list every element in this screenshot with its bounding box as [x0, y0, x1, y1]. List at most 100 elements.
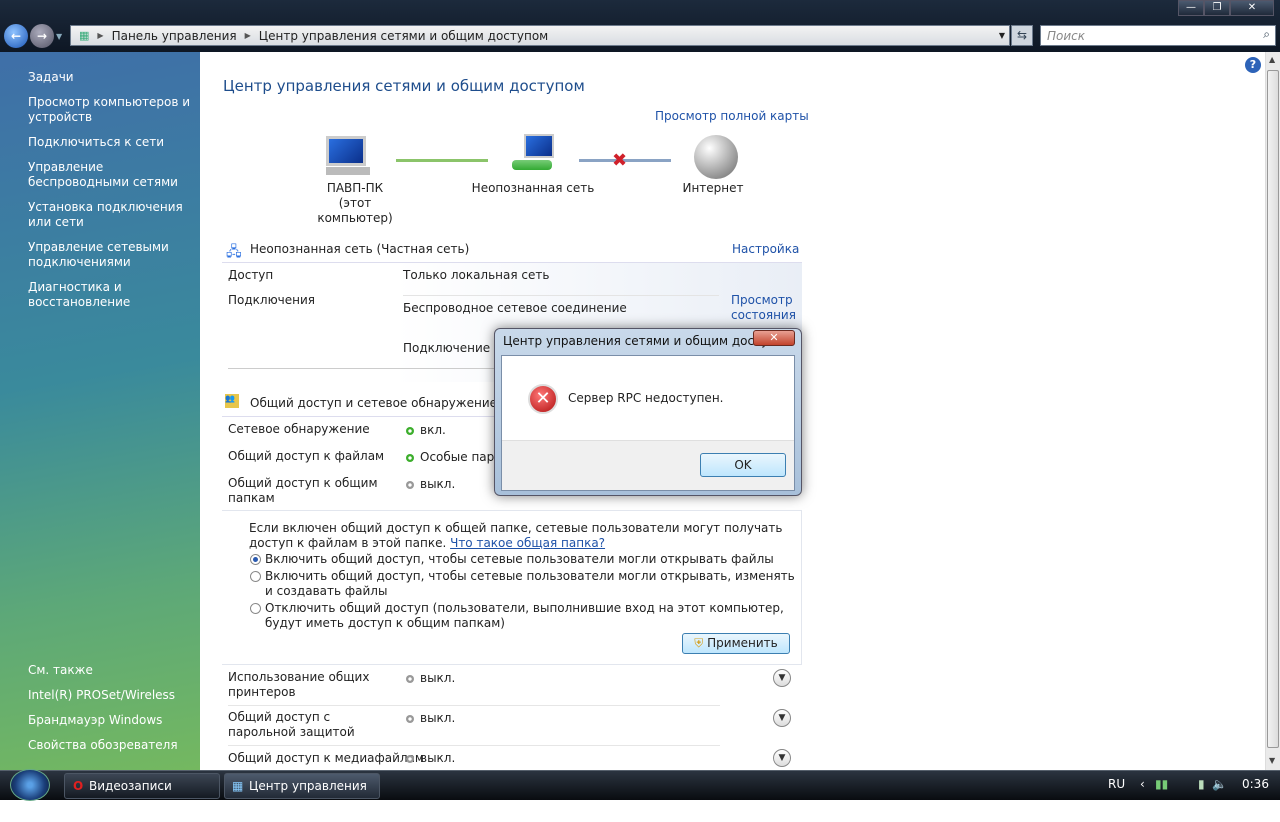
sharing-row-label: Общий доступ к медиафайлам	[228, 751, 424, 765]
expand-chevron-icon[interactable]: ▼	[773, 749, 791, 767]
network-name: Неопознанная сеть (Частная сеть)	[250, 242, 470, 256]
breadcrumb-separator-icon[interactable]: ▶	[97, 31, 103, 40]
computer-subtitle: (этот компьютер)	[317, 196, 393, 225]
customize-link[interactable]: Настройка	[732, 242, 799, 256]
computer-name: ПАВП-ПК	[326, 181, 384, 195]
internet-globe-icon[interactable]	[694, 135, 738, 179]
computer-icon[interactable]	[326, 136, 372, 176]
radio-button[interactable]	[250, 554, 261, 565]
internet-label: Интернет	[682, 181, 744, 195]
sidebar-link-wireless[interactable]: Управление беспроводными сетями	[28, 160, 196, 190]
help-icon[interactable]: ?	[1245, 57, 1261, 73]
taskbar-item-network-center[interactable]: ▦ Центр управления ...	[224, 773, 380, 817]
sharing-row-value: выкл.	[406, 711, 455, 725]
network-label: Неопознанная сеть	[471, 181, 595, 195]
network-center-icon: ▦	[232, 779, 244, 793]
sidebar-link-connect[interactable]: Подключиться к сети	[28, 135, 196, 150]
expand-chevron-icon[interactable]: ▼	[773, 669, 791, 687]
sidebar-link-firewall[interactable]: Брандмауэр Windows	[28, 713, 196, 728]
status-on-icon	[406, 426, 414, 435]
apply-button[interactable]: ⛨ Применить	[682, 633, 790, 654]
taskbar-item-opera[interactable]: O Видеозаписи ====...	[64, 773, 220, 817]
sharing-row-label: Использование общих принтеров	[228, 670, 370, 699]
breadcrumb-network-center[interactable]: Центр управления сетями и общим доступом	[259, 29, 548, 43]
see-also-heading: См. также	[28, 663, 93, 677]
connection-line-ok	[396, 159, 488, 162]
volume-tray-icon[interactable]: 🔈	[1212, 777, 1227, 791]
status-off-icon	[406, 674, 414, 683]
error-x-icon[interactable]: ✖	[612, 150, 627, 171]
sharing-row-value: Особые пара	[406, 450, 502, 464]
maximize-button[interactable]: ❐	[1204, 0, 1230, 16]
back-button[interactable]: ←	[4, 24, 28, 48]
taskbar: O Видеозаписи ====... ▦ Центр управления .…	[0, 769, 1280, 817]
status-on-icon	[406, 453, 414, 462]
public-folder-description: Если включен общий доступ к общей папке,…	[249, 521, 783, 550]
view-status-link[interactable]: Просмотр состояния	[731, 293, 796, 323]
sidebar-link-view-computers[interactable]: Просмотр компьютеров и устройств	[28, 95, 196, 125]
address-bar[interactable]: ▦ ▶ Панель управления ▶ Центр управления…	[70, 25, 1010, 46]
status-off-icon	[406, 714, 414, 723]
radio-option-disable[interactable]: Отключить общий доступ (пользователи, вы…	[250, 601, 795, 631]
sharing-row-label: Общий доступ к общим папкам	[228, 476, 378, 505]
error-dialog: Центр управления сетями и общим доступ..…	[494, 328, 802, 496]
dialog-close-button[interactable]: ✕	[753, 330, 795, 346]
radio-button[interactable]	[250, 603, 261, 614]
dialog-message: Сервер RPC недоступен.	[568, 391, 724, 405]
sharing-row-value: выкл.	[406, 751, 455, 765]
sharing-row-label: Общий доступ к файлам	[228, 449, 385, 463]
tray-expand-icon[interactable]: ‹	[1140, 777, 1145, 791]
forward-button[interactable]: →	[30, 24, 54, 48]
tasks-heading: Задачи	[28, 70, 74, 84]
sharing-row-label: Сетевое обнаружение	[228, 422, 370, 436]
sharing-row-label: Общий доступ с парольной защитой	[228, 710, 355, 739]
start-button[interactable]	[10, 769, 50, 801]
radio-option-modify[interactable]: Включить общий доступ, чтобы сетевые пол…	[250, 569, 795, 599]
error-icon: ✕	[528, 384, 558, 414]
opera-icon: O	[73, 779, 84, 793]
sharing-icon: 👥	[225, 394, 239, 408]
history-dropdown-icon[interactable]: ▼	[56, 32, 62, 41]
sharing-row-value: вкл.	[406, 423, 446, 437]
radio-button[interactable]	[250, 571, 261, 582]
power-tray-icon[interactable]: ▮	[1198, 777, 1205, 791]
clock[interactable]: 0:36	[1242, 777, 1269, 791]
uac-shield-icon: ⛨	[694, 636, 704, 650]
network-tray-icon[interactable]: ▮▮	[1155, 777, 1168, 791]
sharing-row-value: выкл.	[406, 477, 455, 491]
radio-option-open[interactable]: Включить общий доступ, чтобы сетевые пол…	[250, 552, 795, 567]
refresh-button[interactable]: ⇆	[1011, 25, 1033, 46]
control-panel-icon: ▦	[79, 29, 90, 42]
dialog-title: Центр управления сетями и общим доступ..…	[503, 334, 788, 348]
wireless-connection-name: Беспроводное сетевое соединение	[403, 301, 627, 315]
sharing-row-value: выкл.	[406, 671, 455, 685]
scrollbar-thumb[interactable]	[1267, 70, 1279, 748]
page-title: Центр управления сетями и общим доступом	[223, 77, 585, 95]
address-dropdown-icon[interactable]: ▼	[999, 31, 1005, 40]
vertical-scrollbar[interactable]: ▲ ▼	[1265, 52, 1280, 770]
expand-chevron-icon[interactable]: ▼	[773, 709, 791, 727]
network-icon[interactable]	[512, 134, 558, 174]
breadcrumb-control-panel[interactable]: Панель управления	[112, 29, 237, 43]
sidebar-link-proset[interactable]: Intel(R) PROSet/Wireless	[28, 688, 196, 703]
title-bar: — ❐ ✕ ← → ▼ ▦ ▶ Панель управления ▶ Цент…	[0, 0, 1280, 52]
connections-label: Подключения	[228, 293, 316, 307]
close-button[interactable]: ✕	[1230, 0, 1274, 16]
status-off-icon	[406, 754, 414, 763]
access-label: Доступ	[228, 268, 274, 282]
view-full-map-link[interactable]: Просмотр полной карты	[655, 109, 809, 123]
sidebar-link-diagnose[interactable]: Диагностика и восстановление	[28, 280, 196, 310]
sidebar-link-manage-connections[interactable]: Управление сетевыми подключениями	[28, 240, 196, 270]
ok-button[interactable]: OK	[700, 453, 786, 477]
search-icon[interactable]: ⌕	[1263, 27, 1270, 42]
minimize-button[interactable]: —	[1178, 0, 1204, 16]
sharing-section-title: Общий доступ и сетевое обнаружение	[250, 396, 498, 410]
breadcrumb-separator-icon[interactable]: ▶	[245, 31, 251, 40]
status-off-icon	[406, 480, 414, 489]
sidebar-link-setup-connection[interactable]: Установка подключения или сети	[28, 200, 196, 230]
language-indicator[interactable]: RU	[1108, 777, 1125, 791]
search-input[interactable]: Поиск ⌕	[1040, 25, 1276, 46]
task-pane: Задачи Просмотр компьютеров и устройств …	[0, 52, 200, 770]
what-is-public-folder-link[interactable]: Что такое общая папка?	[450, 536, 605, 550]
sidebar-link-internet-options[interactable]: Свойства обозревателя	[28, 738, 196, 753]
